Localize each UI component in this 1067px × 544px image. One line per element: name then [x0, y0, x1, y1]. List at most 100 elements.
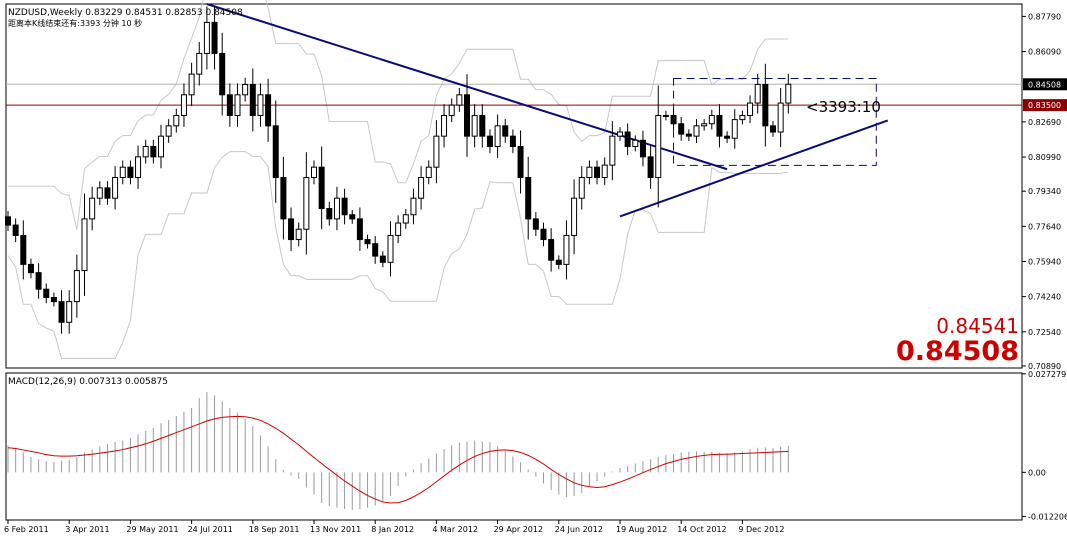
candle-body [158, 135, 164, 158]
candle-body [724, 135, 731, 139]
candle-body [150, 145, 157, 158]
candle-body [655, 114, 662, 179]
candle-body [716, 114, 723, 137]
candle-body [502, 125, 509, 137]
candle-body [89, 197, 96, 220]
candle-body [448, 104, 455, 116]
candle-body [104, 187, 111, 199]
candle-body [27, 263, 34, 274]
envelope-channel [7, 0, 789, 359]
candle-body [35, 272, 42, 290]
candle-body [425, 166, 432, 179]
candle-body [311, 166, 317, 179]
candle-body [112, 177, 119, 199]
candle-body [295, 228, 302, 241]
candle-body [96, 187, 103, 199]
candle-body [739, 114, 746, 121]
macd-signal-line [7, 415, 789, 504]
y-tick-label: 0.74240 [1028, 293, 1061, 302]
macd-panel [7, 392, 789, 510]
macd-y-tick-label: 0.027279 [1028, 370, 1066, 379]
candle-body [647, 156, 654, 179]
candle-body [188, 73, 195, 96]
candle-body [58, 301, 65, 323]
candle-body [471, 114, 478, 137]
x-tick-label: 14 Oct 2012 [677, 525, 726, 534]
candle-body [586, 166, 593, 179]
y-tick-label: 0.82690 [1028, 118, 1061, 127]
candle-body [173, 114, 180, 127]
candle-body [754, 83, 761, 104]
candle-body [670, 114, 677, 125]
candle-body [81, 218, 88, 272]
candle-body [540, 228, 547, 241]
candle-body [410, 197, 417, 216]
candle-body [624, 131, 631, 147]
candle-body [234, 94, 241, 116]
candle-body [280, 177, 287, 220]
y-tick-label: 0.86090 [1028, 48, 1061, 57]
x-tick-label: 3 Apr 2011 [65, 525, 109, 534]
candle-body [617, 131, 623, 137]
candle-body [165, 125, 172, 137]
candle-body [196, 52, 203, 75]
candle-body [341, 197, 348, 216]
candle-body [43, 288, 50, 298]
candle-body [73, 270, 80, 303]
x-tick-label: 24 Jul 2011 [188, 525, 233, 534]
envelope-upper [8, 0, 789, 230]
macd-panel-frame [5, 372, 1023, 521]
chart-symbol-line: NZDUSD,Weekly 0.83229 0.84531 0.82853 0.… [8, 8, 243, 18]
candle-body [226, 94, 233, 116]
candle-body [685, 133, 692, 137]
candle-body [211, 21, 218, 54]
candle-body [548, 239, 555, 261]
candle-body [708, 114, 715, 125]
x-tick-label: 6 Feb 2011 [4, 525, 49, 534]
bar-countdown-info: 距离本K线结束还有:3393 分钟 10 秒 [8, 18, 142, 28]
panel-frames [5, 3, 1023, 521]
x-tick-label: 24 Jun 2012 [555, 525, 603, 534]
x-tick-label: 13 Nov 2011 [310, 525, 361, 534]
candle-body [731, 119, 738, 139]
candle-body [135, 156, 142, 179]
candle-body [479, 114, 486, 137]
price-label-ask: 0.84541 [936, 314, 1019, 338]
candle-body [356, 218, 363, 241]
y-tick-label: 0.79340 [1028, 187, 1061, 196]
candle-body [747, 102, 754, 116]
candle-body [257, 94, 264, 116]
candle-body [303, 177, 310, 230]
candle-body [609, 135, 616, 166]
candle-body [509, 135, 516, 147]
candle-body [265, 94, 272, 127]
candle-body [288, 218, 295, 241]
candle-body [433, 135, 440, 168]
chart-svg: 0.87790 0.86090 0.84508 0.83500 0.82690 0.809… [4, 0, 1067, 534]
candle-body [272, 125, 279, 179]
candle-body [326, 208, 333, 220]
candle-body [203, 21, 210, 54]
candle-body [578, 177, 585, 199]
candle-body [180, 94, 187, 116]
x-tick-label: 29 May 2011 [126, 525, 178, 534]
candle-body [693, 125, 700, 137]
x-tick-label: 4 Mar 2012 [432, 525, 478, 534]
candle-body [456, 94, 463, 106]
candle-body [701, 123, 708, 127]
candle-body [379, 255, 386, 263]
candle-body [601, 164, 608, 179]
candle-body [639, 139, 646, 158]
y-tick-label: 0.87790 [1028, 12, 1061, 21]
candle-body [762, 83, 769, 127]
candle-body [494, 125, 501, 147]
candle-body [525, 177, 532, 220]
countdown-label: <3393:10 [806, 98, 881, 116]
y-tick-label: 0.77640 [1028, 222, 1061, 231]
candle-body [50, 296, 57, 303]
x-tick-label: 19 Aug 2012 [616, 525, 667, 534]
x-tick-label: 8 Jan 2012 [371, 525, 414, 534]
candle-body [5, 216, 11, 226]
y-tick-label: 0.83500 [1028, 101, 1061, 110]
candle-body [563, 234, 570, 265]
